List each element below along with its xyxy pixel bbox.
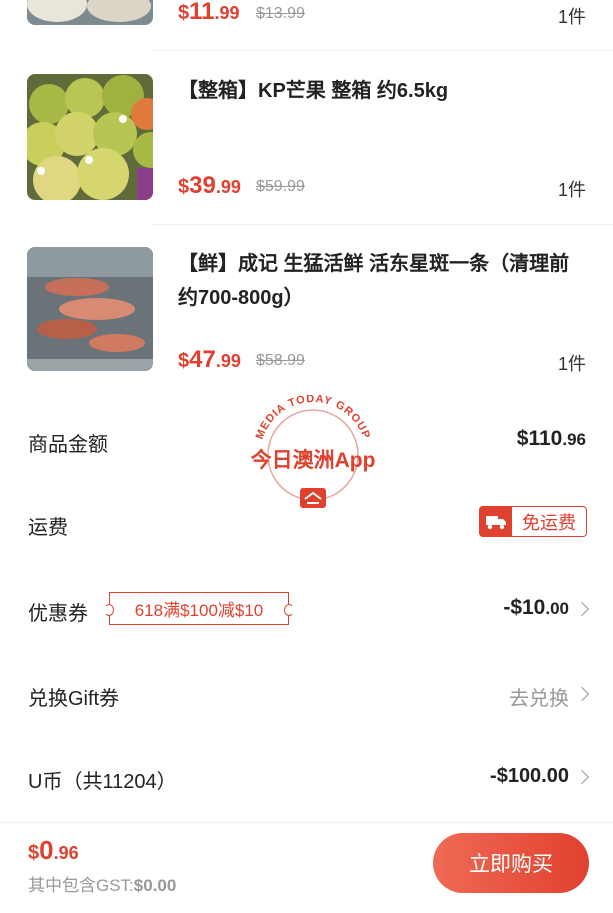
gift-voucher-label: 兑换Gift券 bbox=[28, 688, 120, 710]
item-title[interactable]: 【鲜】成记 生猛活鲜 活东星斑一条（清理前约700-800g） bbox=[178, 247, 585, 315]
truck-icon bbox=[480, 507, 512, 536]
price-decimal: .99 bbox=[215, 351, 241, 371]
total-price: $0.96 bbox=[28, 835, 79, 866]
goods-amount-main: $110 bbox=[516, 427, 563, 450]
free-shipping-text: 免运费 bbox=[522, 512, 576, 533]
product-image[interactable] bbox=[27, 247, 153, 371]
goods-amount-decimal: .96 bbox=[562, 430, 586, 449]
coupon-tag[interactable]: 618满$100减$10 bbox=[104, 592, 294, 625]
coupon-value-main: -$10 bbox=[503, 596, 546, 619]
product-image[interactable] bbox=[27, 0, 153, 25]
goods-amount-value: $110.96 bbox=[517, 427, 586, 451]
price-integer: 47 bbox=[189, 346, 216, 373]
gst-value: $0.00 bbox=[133, 876, 177, 895]
watermark-logo: MEDIA TODAY GROUP 今日澳洲App bbox=[238, 393, 388, 515]
price-decimal: .99 bbox=[214, 3, 240, 23]
total-currency: $ bbox=[28, 842, 40, 864]
original-price: $58.99 bbox=[256, 352, 305, 369]
price-decimal: .99 bbox=[215, 177, 241, 197]
coupon-label: 优惠券 bbox=[28, 603, 88, 625]
gst-line: 其中包含GST:$0.00 bbox=[28, 871, 176, 896]
coupon-value[interactable]: -$10.00 bbox=[503, 596, 569, 620]
price-integer: 39 bbox=[189, 172, 216, 199]
item-quantity: 1件 bbox=[557, 7, 586, 27]
price-integer: 11 bbox=[189, 0, 215, 25]
ucoin-value[interactable]: -$100.00 bbox=[490, 765, 569, 788]
original-price: $13.99 bbox=[256, 5, 305, 22]
buy-now-button[interactable]: 立即购买 bbox=[433, 833, 589, 893]
product-image[interactable] bbox=[27, 74, 153, 200]
divider bbox=[152, 50, 613, 51]
svg-text:MEDIA TODAY GROUP: MEDIA TODAY GROUP bbox=[254, 395, 373, 441]
total-integer: 0 bbox=[39, 835, 54, 865]
fish-photo bbox=[27, 247, 153, 371]
sale-price: $47.99 bbox=[178, 346, 241, 374]
currency-symbol: $ bbox=[178, 176, 190, 198]
gst-label: 其中包含GST: bbox=[28, 876, 134, 895]
currency-symbol: $ bbox=[178, 2, 190, 24]
item-quantity: 1件 bbox=[557, 354, 586, 374]
shipping-label: 运费 bbox=[28, 517, 68, 539]
chevron-right-icon[interactable] bbox=[574, 769, 590, 785]
coupon-value-decimal: .00 bbox=[545, 599, 569, 618]
mango-photo bbox=[27, 74, 153, 200]
total-decimal: .96 bbox=[53, 843, 79, 863]
product-photo-partial bbox=[27, 0, 153, 25]
sale-price: $11.99 bbox=[178, 0, 240, 26]
goods-amount-label: 商品金额 bbox=[28, 434, 108, 456]
gift-voucher-redeem[interactable]: 去兑换 bbox=[509, 682, 569, 711]
chevron-right-icon[interactable] bbox=[574, 686, 590, 702]
chevron-right-icon[interactable] bbox=[574, 601, 590, 617]
ucoin-label: U币（共11204） bbox=[28, 771, 177, 793]
item-title[interactable]: 【整箱】KP芒果 整箱 约6.5kg bbox=[178, 74, 585, 108]
sale-price: $39.99 bbox=[178, 172, 241, 200]
svg-text:今日澳洲App: 今日澳洲App bbox=[251, 448, 376, 472]
divider bbox=[152, 224, 613, 225]
item-quantity: 1件 bbox=[557, 180, 586, 200]
original-price: $59.99 bbox=[256, 178, 305, 195]
free-shipping-badge: 免运费 bbox=[479, 506, 587, 537]
currency-symbol: $ bbox=[178, 350, 190, 372]
